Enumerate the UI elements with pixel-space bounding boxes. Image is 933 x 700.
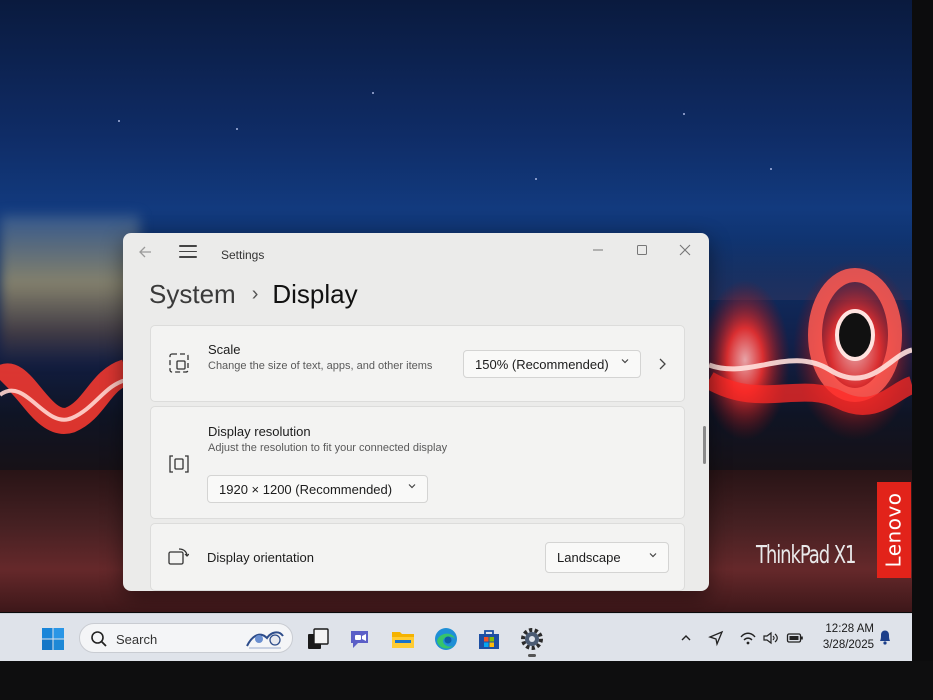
chevron-down-icon [621,359,629,364]
minimize-button[interactable] [585,242,611,262]
breadcrumb-system[interactable]: System [149,279,236,310]
scale-icon [169,353,189,373]
taskbar-date[interactable]: 3/28/2025 [812,639,874,651]
scale-dropdown-value: 150% (Recommended) [475,356,609,372]
lenovo-logo: Lenovo [877,482,911,578]
display-resolution-card: Display resolution Adjust the resolution… [150,406,685,519]
close-icon [679,244,691,256]
settings-window: Settings System › Display Scale Change t… [123,233,709,591]
back-button[interactable] [138,245,160,263]
gear-icon[interactable] [519,626,545,652]
active-app-indicator [528,654,536,657]
lenovo-logo-text: Lenovo [882,492,906,568]
breadcrumb: System › Display [149,279,358,309]
scale-setting-card[interactable]: Scale Change the size of text, apps, and… [150,325,685,402]
edge-icon[interactable] [433,626,459,652]
minimize-icon [593,249,603,251]
folder-icon[interactable] [390,626,416,652]
display-orientation-title: Display orientation [207,550,314,565]
store-icon[interactable] [476,626,502,652]
navigation-menu-button[interactable] [179,245,197,261]
search-icon [91,631,107,647]
bell-icon[interactable] [877,628,893,646]
hamburger-icon [179,245,197,247]
page-title: Display [272,278,358,309]
display-resolution-dropdown[interactable]: 1920 × 1200 (Recommended) [207,475,428,503]
battery-icon[interactable] [786,629,804,647]
hamburger-icon [179,256,197,258]
scrollbar-thumb[interactable] [703,426,706,464]
taskbar-search-box[interactable]: Search [79,623,293,653]
display-resolution-description: Adjust the resolution to fit your connec… [208,442,448,454]
taskbar: Search 12:28 AM 3/28/2025 [0,613,912,661]
screen-bezel-bottom [0,661,933,700]
screen-bezel-right [912,0,933,700]
back-arrow-icon [139,246,151,258]
wifi-icon[interactable] [739,629,757,647]
hamburger-icon [179,250,197,253]
task-view-icon[interactable] [305,626,331,652]
maximize-button[interactable] [629,242,655,262]
scale-title: Scale [208,342,241,357]
chevron-up-icon[interactable] [680,629,692,647]
display-resolution-value: 1920 × 1200 (Recommended) [219,481,393,497]
search-highlight-icon [246,631,284,649]
display-resolution-title: Display resolution [208,424,311,439]
breadcrumb-separator-icon: › [251,282,259,305]
chevron-down-icon [408,484,416,489]
windows-start-icon[interactable] [41,627,65,651]
close-button[interactable] [672,242,698,262]
display-resolution-icon [169,455,189,473]
display-orientation-dropdown[interactable]: Landscape [545,542,669,573]
taskbar-time[interactable]: 12:28 AM [818,623,874,635]
scale-description: Change the size of text, apps, and other… [208,360,433,372]
maximize-icon [637,245,647,255]
chevron-down-icon [649,553,657,558]
display-orientation-value: Landscape [557,550,621,565]
window-title: Settings [221,248,265,262]
volume-icon[interactable] [762,629,780,647]
thinkpad-logo: ThinkPad X1 [756,540,856,569]
location-icon[interactable] [708,629,724,647]
chat-icon[interactable] [347,626,373,652]
display-orientation-card: Display orientation Landscape [150,523,685,591]
search-placeholder: Search [116,632,158,647]
chevron-right-icon[interactable] [656,357,668,371]
scale-dropdown[interactable]: 150% (Recommended) [463,350,641,378]
title-bar[interactable]: Settings [123,233,709,275]
display-orientation-icon [168,548,189,565]
